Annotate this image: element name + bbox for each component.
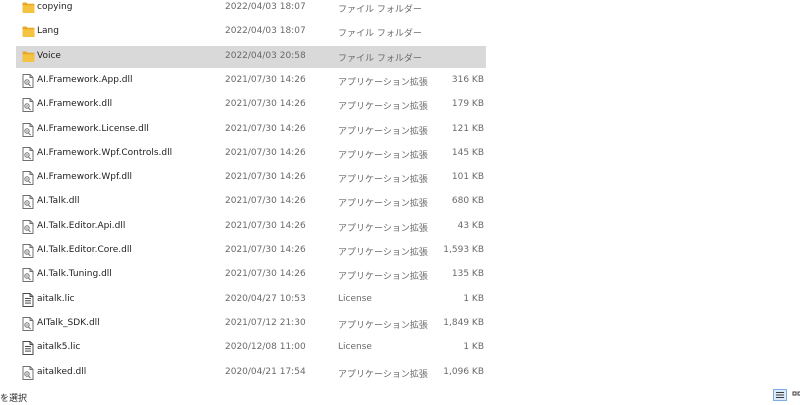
file-size: 1,849 KB [443,317,484,328]
file-name: AI.Framework.App.dll [37,74,133,85]
file-size: 121 KB [451,123,484,134]
dll-file-icon [22,365,34,380]
file-size: 101 KB [451,172,484,183]
file-name: aitalk.lic [37,293,75,304]
file-type: アプリケーション拡張 [338,175,428,186]
file-row[interactable]: AI.Framework.Wpf.Controls.dll 2021/07/30 … [16,143,486,165]
file-row[interactable]: AI.Framework.Wpf.dll 2021/07/30 14:26 アプリケ… [16,167,486,189]
status-bar: を選択 [0,385,800,405]
file-type: アプリケーション拡張 [338,248,428,258]
file-type: アプリケーション拡張 [338,126,428,137]
file-date-modified: 2020/04/27 10:53 [225,293,306,304]
dll-file-icon [22,244,34,258]
folder-icon [22,2,35,16]
file-date-modified: 2022/04/03 18:07 [225,2,306,12]
file-type: ファイル フォルダー [338,53,422,64]
large-icons-view-icon[interactable] [790,389,800,401]
file-row[interactable]: aitalk.lic 2020/04/27 10:53 License 1 KB [16,289,486,311]
dll-file-icon [22,73,34,88]
file-row[interactable]: Voice 2022/04/03 20:58 ファイル フォルダー [16,45,486,68]
file-name: aitalked.dll [37,366,87,377]
file-date-modified: 2021/07/30 14:26 [225,123,306,134]
file-type: ファイル フォルダー [338,5,422,15]
file-row[interactable]: AI.Framework.dll 2021/07/30 14:26 アプリケーション… [16,94,486,116]
file-size: 1 KB [463,293,484,304]
file-name: aitalk5.lic [37,342,81,353]
folder-icon [22,26,35,40]
file-name: AI.Talk.Tuning.dll [37,269,112,280]
file-size: 135 KB [451,269,484,280]
file-name: AI.Framework.Wpf.Controls.dll [37,147,173,158]
file-type: アプリケーション拡張 [338,150,428,161]
folder-icon [22,51,35,65]
file-date-modified: 2021/07/12 21:30 [225,317,306,328]
file-size: 680 KB [451,196,484,207]
file-type: アプリケーション拡張 [338,199,428,210]
file-date-modified: 2021/07/30 14:26 [225,147,306,158]
file-row[interactable]: aitalk5.lic 2020/12/08 11:00 License 1 KB [16,337,486,359]
dll-file-icon [22,98,34,113]
file-date-modified: 2021/07/30 14:26 [225,172,306,183]
dll-file-icon [22,316,34,331]
status-text: を選択 [0,394,28,404]
license-file-icon [22,292,34,307]
file-row[interactable]: aitalked.dll 2020/04/21 17:54 アプリケーション拡張 1,… [16,362,486,384]
file-type: アプリケーション拡張 [338,77,428,88]
file-row[interactable]: AI.Talk.Editor.Core.dll 2021/07/30 14:26 ア… [16,240,486,262]
file-row[interactable]: AITalk_SDK.dll 2021/07/12 21:30 アプリケーション拡張… [16,313,486,335]
license-file-icon [22,341,34,356]
file-type: アプリケーション拡張 [338,369,428,380]
file-date-modified: 2022/04/03 18:07 [225,26,306,37]
file-name: AI.Framework.Wpf.dll [37,172,133,183]
file-name: AI.Talk.dll [37,196,80,207]
file-row[interactable]: AI.Talk.dll 2021/07/30 14:26 アプリケーション拡張 680… [16,191,486,213]
file-row[interactable]: AI.Talk.Editor.Api.dll 2021/07/30 14:26 アプ… [16,216,486,238]
file-row[interactable]: AI.Framework.App.dll 2021/07/30 14:26 アプリケ… [16,70,486,92]
details-view-icon[interactable] [773,389,787,401]
file-size: 1,096 KB [443,366,484,377]
file-size: 43 KB [457,220,484,231]
file-name: AI.Framework.License.dll [37,123,149,134]
file-type: License [338,342,372,353]
dll-file-icon [22,122,34,137]
file-date-modified: 2020/04/21 17:54 [225,366,306,377]
file-date-modified: 2021/07/30 14:26 [225,74,306,85]
file-date-modified: 2021/07/30 14:26 [225,245,306,255]
file-name: Lang [37,26,59,37]
dll-file-icon [22,195,34,210]
file-name: Voice [37,50,61,61]
file-size: 145 KB [451,147,484,158]
file-type: アプリケーション拡張 [338,320,428,331]
file-name: copying [37,2,73,12]
file-date-modified: 2021/07/30 14:26 [225,269,306,280]
dll-file-icon [22,219,34,234]
file-date-modified: 2021/07/30 14:26 [225,99,306,110]
file-type: License [338,293,372,304]
file-type: アプリケーション拡張 [338,272,428,283]
file-name: AITalk_SDK.dll [37,317,100,328]
dll-file-icon [22,171,34,186]
file-size: 316 KB [451,74,484,85]
file-row[interactable]: copying 2022/04/03 18:07 ファイル フォルダー [16,0,486,19]
file-size: 1 KB [463,342,484,353]
file-type: アプリケーション拡張 [338,102,428,113]
file-name: AI.Talk.Editor.Api.dll [37,220,126,231]
file-name: AI.Framework.dll [37,99,113,110]
file-row[interactable]: AI.Talk.Tuning.dll 2021/07/30 14:26 アプリケーシ… [16,264,486,286]
file-type: ファイル フォルダー [338,29,422,40]
file-date-modified: 2021/07/30 14:26 [225,196,306,207]
dll-file-icon [22,268,34,283]
file-date-modified: 2022/04/03 20:58 [225,50,306,61]
file-name: AI.Talk.Editor.Core.dll [37,245,132,255]
dll-file-icon [22,146,34,161]
file-size: 1,593 KB [443,245,484,255]
file-type: アプリケーション拡張 [338,223,428,234]
file-list: copying 2022/04/03 18:07 ファイル フォルダー Lang 202… [0,0,800,385]
file-row[interactable]: Lang 2022/04/03 18:07 ファイル フォルダー [16,21,486,43]
file-date-modified: 2021/07/30 14:26 [225,220,306,231]
file-size: 179 KB [451,99,484,110]
file-date-modified: 2020/12/08 11:00 [225,342,306,353]
file-row[interactable]: AI.Framework.License.dll 2021/07/30 14:26… [16,119,486,141]
